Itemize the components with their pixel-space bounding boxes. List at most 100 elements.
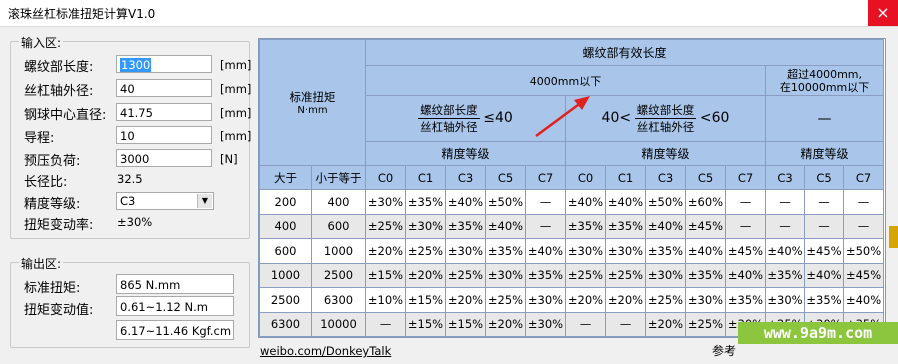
std-torque-header: 标准扭矩 N·mm (259, 39, 366, 166)
table-cell: ±45% (685, 213, 726, 239)
table-cell: ±25% (365, 213, 406, 239)
precision-grade-value: C3 (120, 194, 136, 208)
table-cell: ±35% (525, 262, 566, 288)
table-cell: ±20% (605, 287, 646, 313)
table-cell: 2500 (259, 287, 312, 313)
table-cell: ±35% (685, 262, 726, 288)
effective-length-header: 螺纹部有效长度 (364, 39, 885, 66)
slenderness-value: 32.5 (117, 172, 143, 186)
table-cell: ±25% (685, 311, 726, 337)
table-cell: ±35% (605, 213, 646, 239)
table-cell: ±15% (365, 262, 406, 288)
table-cell: ±15% (445, 311, 486, 337)
torque-range-kgf-output[interactable]: 6.17~11.46 Kgf.cm (116, 320, 234, 340)
table-cell: ±40% (605, 189, 646, 215)
output-section-legend: 输出区: (19, 255, 64, 272)
grade-header: C5 (485, 165, 526, 190)
table-cell: ±40% (804, 262, 844, 288)
table-cell: 600 (311, 213, 366, 239)
table-cell: ±25% (645, 287, 686, 313)
std-torque-label: 标准扭矩: (24, 281, 81, 296)
table-cell: ±25% (565, 262, 606, 288)
preload-label: 预压负荷: (24, 154, 81, 169)
table-cell: ±25% (445, 262, 486, 288)
grade-header: C7 (842, 165, 885, 190)
table-cell: ±30% (605, 238, 646, 264)
table-cell: ±30% (565, 238, 606, 264)
table-cell: ±35% (765, 262, 805, 288)
table-cell: ±60% (685, 189, 726, 215)
table-cell: — (525, 189, 566, 215)
lead-input[interactable]: 10 (116, 126, 212, 144)
less-equal-header: 小于等于 (311, 165, 366, 190)
annotation-arrow (535, 96, 590, 138)
torque-range-output[interactable]: 0.61~1.12 N.m (116, 296, 234, 316)
table-cell: 200 (259, 189, 312, 215)
table-cell: 10000 (311, 311, 366, 337)
preload-input[interactable]: 3000 (116, 149, 212, 167)
close-button[interactable]: × (868, 0, 898, 26)
precision-header-2: 精度等级 (565, 141, 766, 166)
watermark-logo: www.9a9m.com (738, 322, 898, 344)
table-cell: ±35% (445, 213, 486, 239)
table-cell: 1000 (259, 262, 312, 288)
table-cell: ±25% (485, 287, 526, 313)
slenderness-label: 长径比: (24, 175, 68, 190)
table-row: 200 400 ±30% ±35% ±40% ±50% — ±40% ±40% ±50% ±60% —… (259, 189, 885, 215)
table-cell: ±30% (405, 213, 446, 239)
table-cell: ±20% (645, 311, 686, 337)
over-4000-header: 超过4000mm, 在10000mm以下 (764, 65, 885, 96)
table-cell: ±15% (405, 287, 446, 313)
table-cell: — (842, 189, 885, 215)
precision-header-1: 精度等级 (365, 141, 566, 166)
table-cell: ±30% (525, 311, 566, 337)
reference-table: 标准扭矩 N·mm 螺纹部有效长度 4000mm以下 超过4000mm, 在100… (258, 38, 886, 338)
table-cell: ±30% (765, 287, 805, 313)
ball-center-diameter-unit: [mm] (220, 106, 252, 120)
grade-header: C3 (645, 165, 686, 190)
table-cell: ±30% (525, 287, 566, 313)
lead-label: 导程: (24, 131, 55, 146)
table-cell: ±20% (565, 287, 606, 313)
torque-range-label: 扭矩变动值: (24, 303, 94, 318)
chevron-down-icon[interactable]: ▼ (197, 194, 212, 208)
table-cell: — (765, 189, 805, 215)
table-cell: ±15% (405, 311, 446, 337)
table-cell: ±40% (525, 238, 566, 264)
thread-length-input[interactable]: 1300 (116, 55, 212, 73)
window-title: 滚珠丝杠标准扭矩计算V1.0 (8, 7, 156, 21)
ball-center-diameter-label: 钢球中心直径: (24, 108, 107, 123)
table-cell: — (525, 213, 566, 239)
table-cell: ±20% (445, 287, 486, 313)
weibo-link[interactable]: weibo.com/DonkeyTalk (260, 344, 391, 358)
table-cell: ±30% (645, 262, 686, 288)
table-cell: ±40% (565, 189, 606, 215)
shaft-diameter-input[interactable]: 40 (116, 79, 212, 97)
table-cell: ±40% (685, 238, 726, 264)
table-row: 2500 6300 ±10% ±15% ±20% ±25% ±30% ±20% ±20% ±25%… (259, 287, 885, 313)
table-cell: — (605, 311, 646, 337)
ball-center-diameter-input[interactable]: 41.75 (116, 103, 212, 121)
table-cell: — (565, 311, 606, 337)
table-cell: — (765, 213, 805, 239)
table-cell: 400 (311, 189, 366, 215)
std-torque-output[interactable]: 865 N.mm (116, 274, 234, 294)
table-cell: ±50% (645, 189, 686, 215)
table-cell: 2500 (311, 262, 366, 288)
table-row: 1000 2500 ±15% ±20% ±25% ±30% ±35% ±25% ±25% ±30%… (259, 262, 885, 288)
precision-grade-select[interactable]: C3 ▼ (116, 192, 214, 210)
side-tab (889, 226, 898, 248)
table-cell: ±40% (725, 262, 766, 288)
title-bar: 滚珠丝杠标准扭矩计算V1.0 × (0, 0, 898, 27)
grade-header: C0 (565, 165, 606, 190)
table-cell: — (365, 311, 406, 337)
input-section-legend: 输入区: (19, 34, 64, 51)
table-cell: ±20% (365, 238, 406, 264)
table-cell: ±25% (605, 262, 646, 288)
table-cell: ±30% (365, 189, 406, 215)
table-cell: ±10% (365, 287, 406, 313)
table-cell: ±20% (485, 311, 526, 337)
table-cell: 1000 (311, 238, 366, 264)
grade-header: C5 (685, 165, 726, 190)
table-cell: — (725, 213, 766, 239)
